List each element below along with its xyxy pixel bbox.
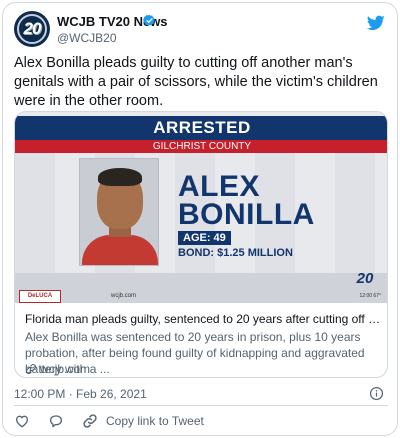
author-handle[interactable]: @WCJB20 <box>57 31 117 45</box>
tweet-timestamp[interactable]: 12:00 PM · Feb 26, 2021 <box>14 387 147 401</box>
divider <box>14 405 388 406</box>
image-last-name: BONILLA <box>178 198 315 231</box>
station-logo: 20 <box>356 270 374 287</box>
image-county-bar: GILCHRIST COUNTY <box>15 140 387 153</box>
station-time-temp: 12:00 67° <box>359 293 381 299</box>
info-icon[interactable] <box>369 386 384 401</box>
image-banner: ARRESTED <box>15 116 387 140</box>
like-button[interactable] <box>14 413 30 429</box>
card-domain-text: wcjb.com <box>40 362 91 376</box>
card-title[interactable]: Florida man pleads guilty, sentenced to … <box>25 311 381 327</box>
copy-link-icon <box>83 414 97 428</box>
image-age-label: AGE: 49 <box>178 231 231 245</box>
twitter-bird-icon[interactable] <box>367 15 385 31</box>
avatar-ring <box>17 14 47 44</box>
image-site-label: wcjb.com <box>111 293 137 299</box>
like-icon <box>16 415 28 428</box>
copy-link-button[interactable]: Copy link to Tweet <box>82 413 204 429</box>
card-domain[interactable]: wcjb.com <box>25 362 90 376</box>
tweet-text: Alex Bonilla pleads guilty to cutting of… <box>14 55 378 109</box>
tweet-actions: Copy link to Tweet <box>14 412 204 430</box>
copy-link-label: Copy link to Tweet <box>106 414 204 428</box>
mugshot-photo <box>79 158 159 266</box>
link-icon <box>26 364 36 374</box>
tweet-card: 20 WCJB TV20 News @WCJB20 Alex Bonilla p… <box>2 2 398 436</box>
mugshot-shirt <box>82 235 158 265</box>
verified-badge-icon <box>143 14 155 26</box>
mugshot-hair <box>98 168 142 186</box>
card-image[interactable]: ARRESTED GILCHRIST COUNTY ALEX BONILLA A… <box>15 112 387 303</box>
avatar[interactable]: 20 <box>14 11 50 47</box>
reply-icon <box>50 415 62 428</box>
image-bond-label: BOND: $1.25 MILLION <box>178 247 293 259</box>
reply-button[interactable] <box>48 413 64 429</box>
sponsor-logo: DeLUCA TOYOTA <box>19 290 61 303</box>
image-bottom-strip <box>15 273 387 303</box>
link-preview-card[interactable]: ARRESTED GILCHRIST COUNTY ALEX BONILLA A… <box>14 111 388 378</box>
